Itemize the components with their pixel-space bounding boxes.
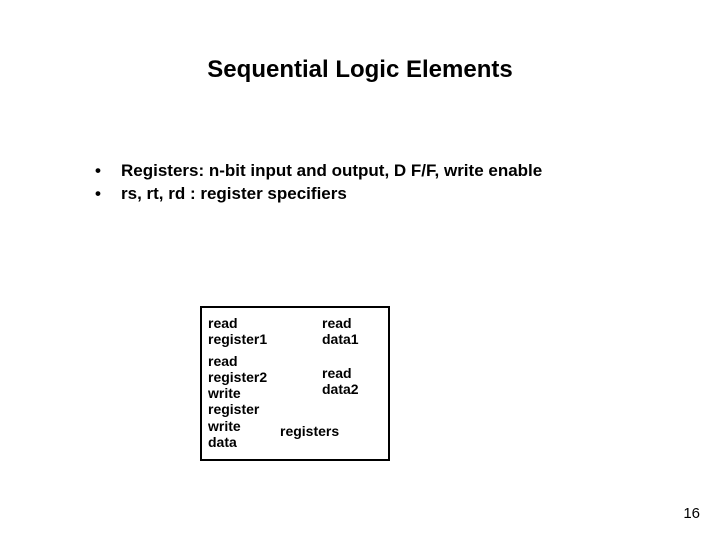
bullet-item: • rs, rt, rd : register specifiers (95, 183, 542, 206)
bullet-list: • Registers: n-bit input and output, D F… (95, 160, 542, 206)
bullet-glyph: • (95, 183, 121, 206)
label-registers: registers (280, 424, 339, 440)
bullet-text: Registers: n-bit input and output, D F/F… (121, 160, 542, 183)
label-write-register: writeregister (208, 386, 259, 417)
bullet-glyph: • (95, 160, 121, 183)
label-read-register2: readregister2 (208, 354, 267, 385)
label-read-data1: readdata1 (322, 316, 359, 347)
bullet-item: • Registers: n-bit input and output, D F… (95, 160, 542, 183)
page-number: 16 (683, 505, 700, 522)
register-file-diagram: readregister1 readregister2 writeregiste… (200, 306, 390, 461)
bullet-text: rs, rt, rd : register specifiers (121, 183, 347, 206)
label-write-data: writedata (208, 419, 241, 450)
page-title: Sequential Logic Elements (0, 56, 720, 84)
label-read-data2: readdata2 (322, 366, 359, 397)
label-read-register1: readregister1 (208, 316, 267, 347)
